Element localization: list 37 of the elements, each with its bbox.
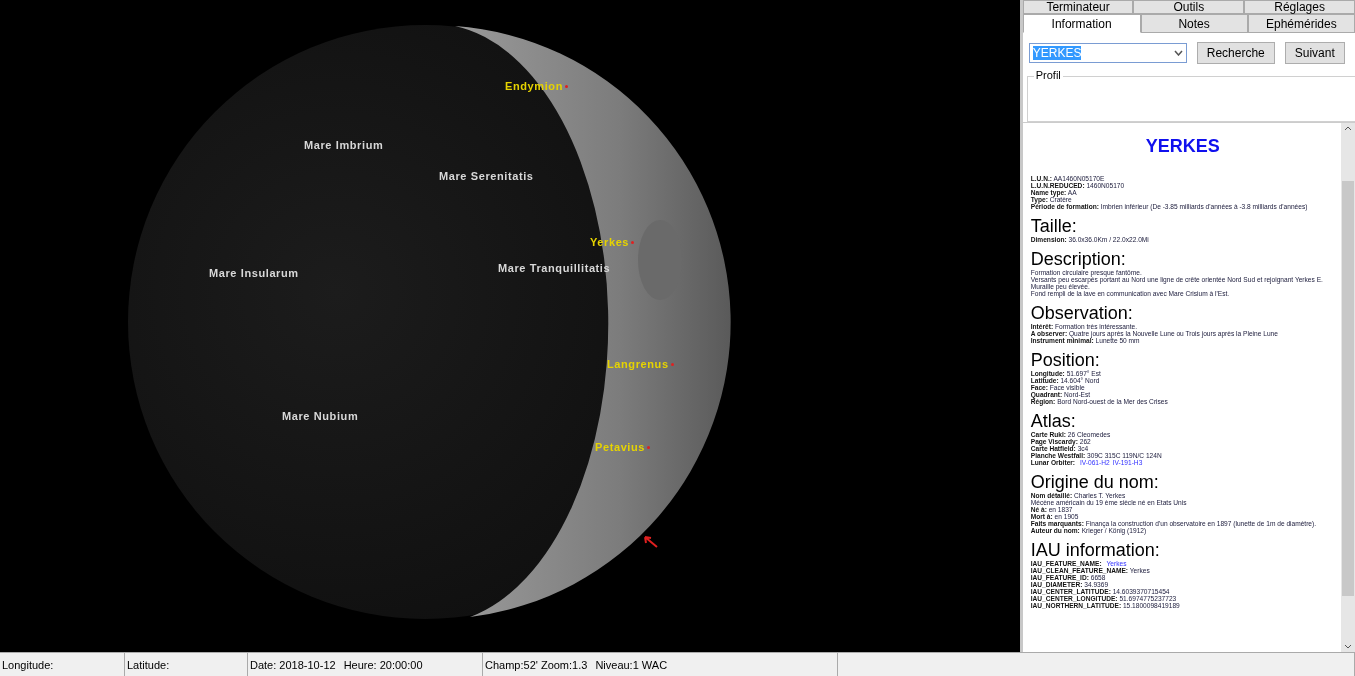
feature-title: YERKES — [1144, 135, 1221, 157]
status-text: Longitude: — [2, 659, 54, 671]
tab[interactable]: Outils — [1133, 0, 1245, 14]
crater-label: Langrenus — [607, 358, 669, 370]
status-text: Niveau:1 WAC — [595, 659, 668, 671]
status-text: Date: 2018-10-12 — [250, 659, 336, 671]
crater-dot-icon — [631, 240, 635, 244]
section-heading: Description: — [1030, 249, 1127, 269]
crater-dot-icon — [670, 362, 674, 366]
mare-label: Mare Nubium — [282, 410, 359, 422]
crater-dot-icon — [564, 84, 568, 88]
crater-label: Petavius — [595, 441, 646, 453]
status-text: Champ:52' Zoom:1.3 — [485, 659, 588, 671]
section-heading: IAU information: — [1030, 540, 1161, 560]
section-heading: Origine du nom: — [1030, 472, 1160, 492]
section-heading: Atlas: — [1030, 411, 1077, 431]
tab[interactable]: Notes — [1140, 14, 1248, 33]
mare-label: Mare Imbrium — [304, 139, 384, 151]
status-text: Heure: 20:00:00 — [343, 659, 423, 671]
status-text: Latitude: — [127, 659, 170, 671]
section-heading: Position: — [1030, 350, 1101, 370]
section-heading: Taille: — [1030, 216, 1078, 236]
group-title: Profil — [1033, 69, 1063, 81]
arrow-icon — [643, 535, 659, 549]
tab[interactable]: Terminateur — [1022, 0, 1134, 14]
search-button[interactable]: Suivant — [1284, 42, 1345, 64]
mare-label: Mare Insularum — [209, 267, 299, 279]
scrollbar[interactable] — [1341, 123, 1355, 652]
section-heading: Observation: — [1030, 303, 1134, 323]
crater-dot-icon — [647, 445, 651, 449]
mare-label: Mare Serenitatis — [439, 170, 534, 182]
tab[interactable]: Ephémérides — [1247, 14, 1355, 33]
mare-label: Mare Tranquillitatis — [498, 262, 611, 274]
search-button[interactable]: Recherche — [1196, 42, 1275, 64]
tab[interactable]: Réglages — [1244, 0, 1355, 14]
tab[interactable]: Information — [1022, 14, 1141, 33]
chevron-icon — [1173, 50, 1183, 56]
